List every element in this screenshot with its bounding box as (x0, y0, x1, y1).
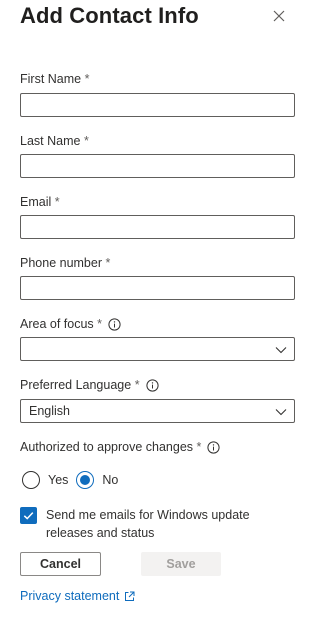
save-button[interactable]: Save (141, 552, 221, 576)
phone-label-text: Phone number (20, 256, 103, 270)
info-icon[interactable] (145, 378, 159, 392)
dialog-title: Add Contact Info (20, 3, 199, 28)
area-of-focus-label-text: Area of focus (20, 317, 94, 331)
info-icon[interactable] (207, 440, 221, 454)
required-mark: * (84, 72, 90, 86)
radio-no-circle[interactable] (76, 471, 95, 489)
email-label-text: Email (20, 195, 52, 209)
last-name-input[interactable] (20, 154, 295, 178)
radio-yes[interactable]: Yes (22, 471, 68, 489)
external-link-icon (124, 591, 135, 602)
privacy-statement-label: Privacy statement (20, 589, 120, 603)
info-icon[interactable] (108, 317, 121, 331)
radio-no[interactable]: No (76, 471, 118, 489)
preferred-language-value: English (29, 404, 70, 418)
required-mark: * (97, 317, 103, 331)
first-name-label: First Name * (20, 72, 89, 86)
last-name-label: Last Name * (20, 134, 89, 148)
email-input[interactable] (20, 215, 295, 239)
email-updates-option: Send me emails for Windows update releas… (20, 506, 276, 542)
required-mark: * (83, 134, 89, 148)
authorized-radio-group: Yes No (22, 471, 126, 489)
phone-input[interactable] (20, 276, 295, 300)
chevron-down-icon (275, 344, 287, 354)
preferred-language-label-text: Preferred Language (20, 378, 132, 392)
email-updates-label: Send me emails for Windows update releas… (46, 508, 250, 540)
required-mark: * (196, 440, 202, 454)
checkmark-icon (23, 512, 34, 520)
radio-yes-label: Yes (48, 473, 69, 487)
last-name-label-text: Last Name (20, 134, 81, 148)
authorized-label: Authorized to approve changes * (20, 440, 221, 454)
preferred-language-label: Preferred Language * (20, 378, 159, 392)
preferred-language-dropdown[interactable]: English (20, 399, 295, 423)
email-updates-checkbox[interactable] (20, 507, 37, 524)
area-of-focus-label: Area of focus * (20, 317, 121, 331)
radio-no-label: No (102, 473, 119, 487)
chevron-down-icon (275, 406, 287, 416)
radio-yes-circle[interactable] (22, 471, 40, 489)
phone-label: Phone number * (20, 256, 110, 270)
required-mark: * (54, 195, 60, 209)
close-icon[interactable] (270, 7, 288, 25)
first-name-label-text: First Name (20, 72, 82, 86)
area-of-focus-dropdown[interactable] (20, 337, 295, 361)
first-name-input[interactable] (20, 93, 295, 117)
required-mark: * (134, 378, 140, 392)
email-label: Email * (20, 195, 60, 209)
cancel-button[interactable]: Cancel (20, 552, 101, 576)
authorized-label-text: Authorized to approve changes (20, 440, 194, 454)
required-mark: * (105, 256, 111, 270)
privacy-statement-link[interactable]: Privacy statement (20, 589, 135, 603)
